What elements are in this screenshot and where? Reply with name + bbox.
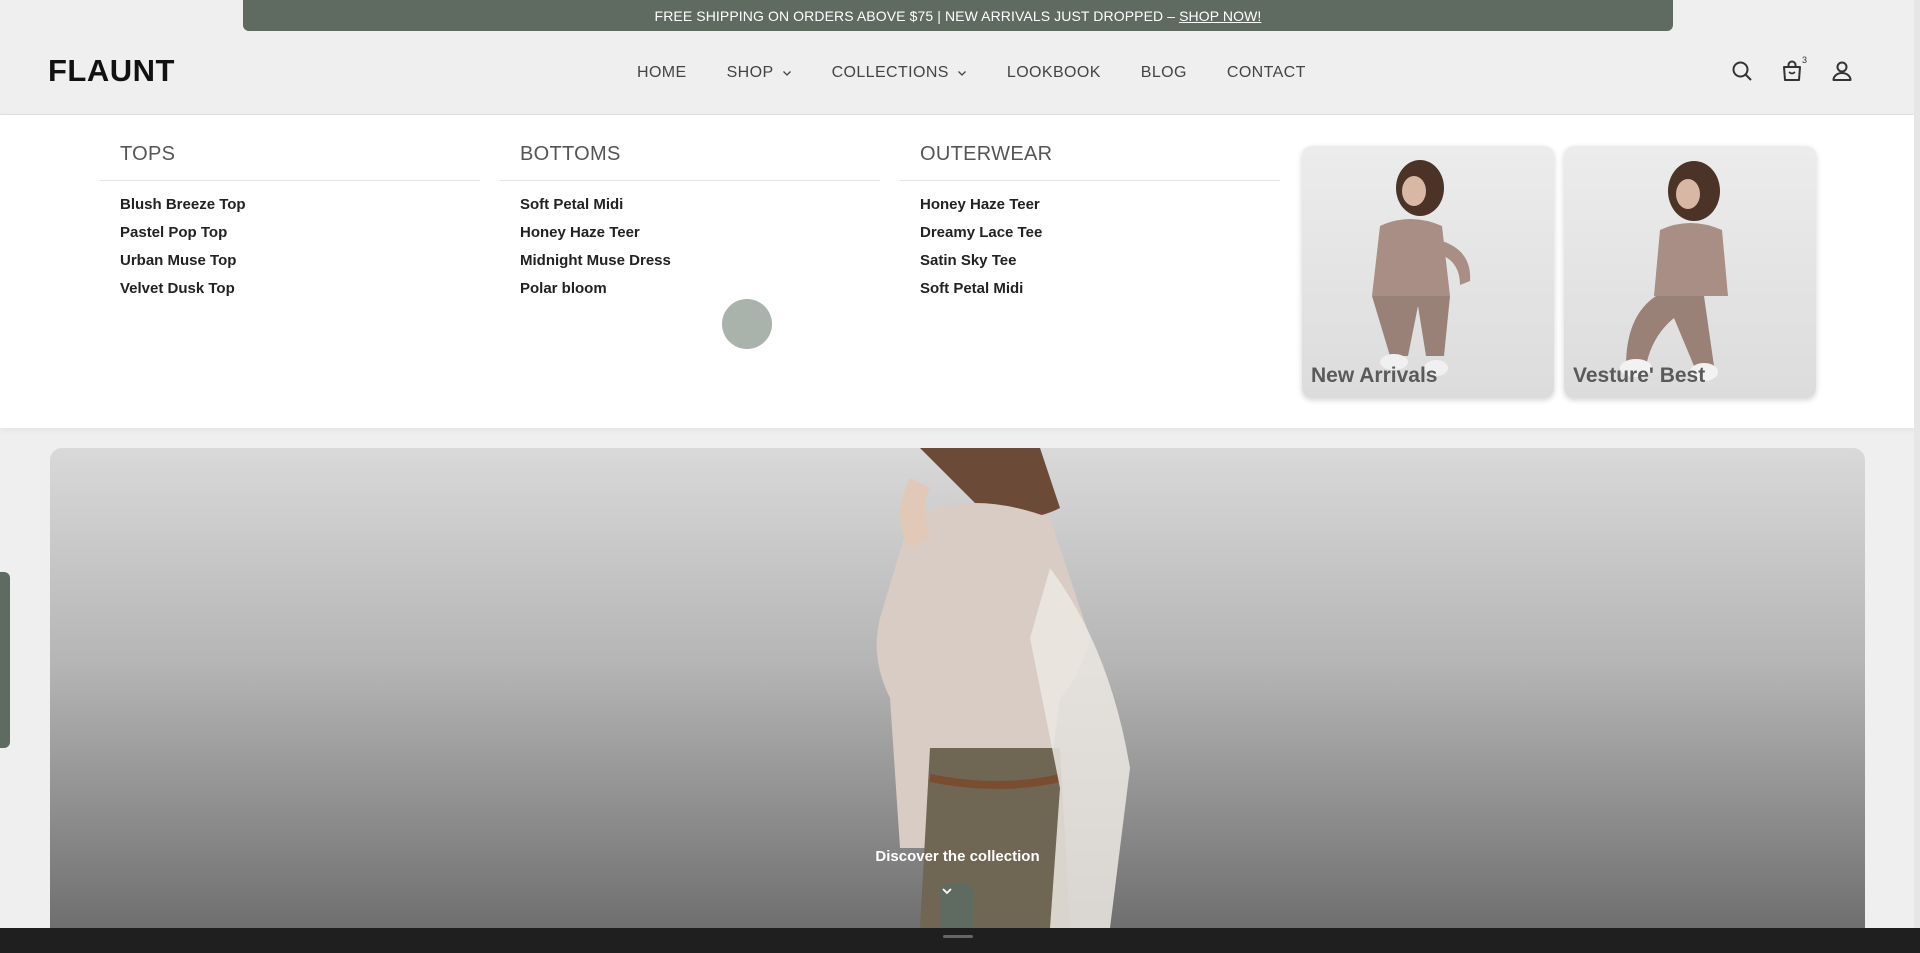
scroll-down-button[interactable] (940, 884, 974, 928)
hero-cta-text: Discover the collection (875, 848, 1040, 865)
site-logo[interactable]: FLAUNT (48, 53, 175, 89)
nav-collections[interactable]: COLLECTIONS (832, 64, 967, 82)
menu-column-tops: TOPS Blush Breeze Top Pastel Pop Top Urb… (100, 143, 480, 303)
menu-link[interactable]: Honey Haze Teer (920, 191, 1280, 219)
drag-handle[interactable] (943, 935, 973, 938)
nav-lookbook[interactable]: LOOKBOOK (1007, 64, 1101, 82)
nav-contact[interactable]: CONTACT (1227, 64, 1306, 82)
menu-link[interactable]: Soft Petal Midi (520, 191, 880, 219)
nav-lookbook-label: LOOKBOOK (1006, 64, 1101, 81)
nav-shop[interactable]: SHOP (727, 64, 792, 82)
column-title[interactable]: BOTTOMS (500, 143, 880, 181)
menu-link[interactable]: Pastel Pop Top (120, 219, 480, 247)
site-header: FLAUNT HOME SHOP COLLECTIONS LOOKBOOK BL… (0, 31, 1920, 115)
chevron-down-icon (782, 71, 791, 76)
model-photo (1620, 161, 1728, 381)
menu-link[interactable]: Blush Breeze Top (120, 191, 480, 219)
nav-blog-label: BLOG (1140, 64, 1187, 81)
hero-banner: Discover the collection (50, 448, 1865, 928)
promo-card-vesture-best[interactable]: Vesture' Best (1564, 146, 1816, 398)
menu-link[interactable]: Polar bloom (520, 275, 880, 303)
menu-link[interactable]: Honey Haze Teer (520, 219, 880, 247)
menu-link[interactable]: Urban Muse Top (120, 247, 480, 275)
menu-link[interactable]: Soft Petal Midi (920, 275, 1280, 303)
promo-label: Vesture' Best (1573, 364, 1706, 387)
cart-icon[interactable]: 3 (1780, 55, 1807, 83)
header-icons: 3 (1730, 55, 1854, 83)
mega-menu: TOPS Blush Breeze Top Pastel Pop Top Urb… (0, 115, 1920, 428)
column-title[interactable]: OUTERWEAR (900, 143, 1280, 181)
search-icon[interactable] (1730, 59, 1754, 83)
announcement-text: FREE SHIPPING ON ORDERS ABOVE $75 | NEW … (654, 7, 1176, 24)
cart-count-badge: 3 (1801, 55, 1807, 65)
announcement-bar: FREE SHIPPING ON ORDERS ABOVE $75 | NEW … (243, 0, 1673, 31)
column-title[interactable]: TOPS (100, 143, 480, 181)
menu-link[interactable]: Midnight Muse Dress (520, 247, 880, 275)
chevron-down-icon (942, 888, 952, 895)
menu-link[interactable]: Velvet Dusk Top (120, 275, 480, 303)
side-drawer-tab[interactable] (0, 572, 10, 748)
main-nav: HOME SHOP COLLECTIONS LOOKBOOK BLOG CONT… (637, 64, 1346, 82)
menu-link[interactable]: Dreamy Lace Tee (920, 219, 1280, 247)
page-scrollbar[interactable] (1914, 0, 1920, 928)
nav-home-label: HOME (637, 64, 687, 81)
account-icon[interactable] (1830, 59, 1854, 83)
shop-now-link[interactable]: SHOP NOW! (1179, 8, 1261, 24)
promo-card-new-arrivals[interactable]: New Arrivals (1302, 146, 1554, 398)
nav-blog[interactable]: BLOG (1141, 64, 1187, 82)
bottom-bar (0, 928, 1920, 953)
nav-contact-label: CONTACT (1226, 64, 1306, 81)
promo-label: New Arrivals (1311, 364, 1438, 387)
nav-shop-label: SHOP (726, 64, 774, 81)
chevron-down-icon (957, 71, 966, 76)
cursor-indicator (722, 299, 772, 349)
nav-home[interactable]: HOME (637, 64, 687, 82)
menu-column-bottoms: BOTTOMS Soft Petal Midi Honey Haze Teer … (500, 143, 880, 303)
menu-link[interactable]: Satin Sky Tee (920, 247, 1280, 275)
nav-collections-label: COLLECTIONS (831, 64, 949, 81)
menu-column-outerwear: OUTERWEAR Honey Haze Teer Dreamy Lace Te… (900, 143, 1280, 303)
model-photo (1372, 160, 1471, 376)
